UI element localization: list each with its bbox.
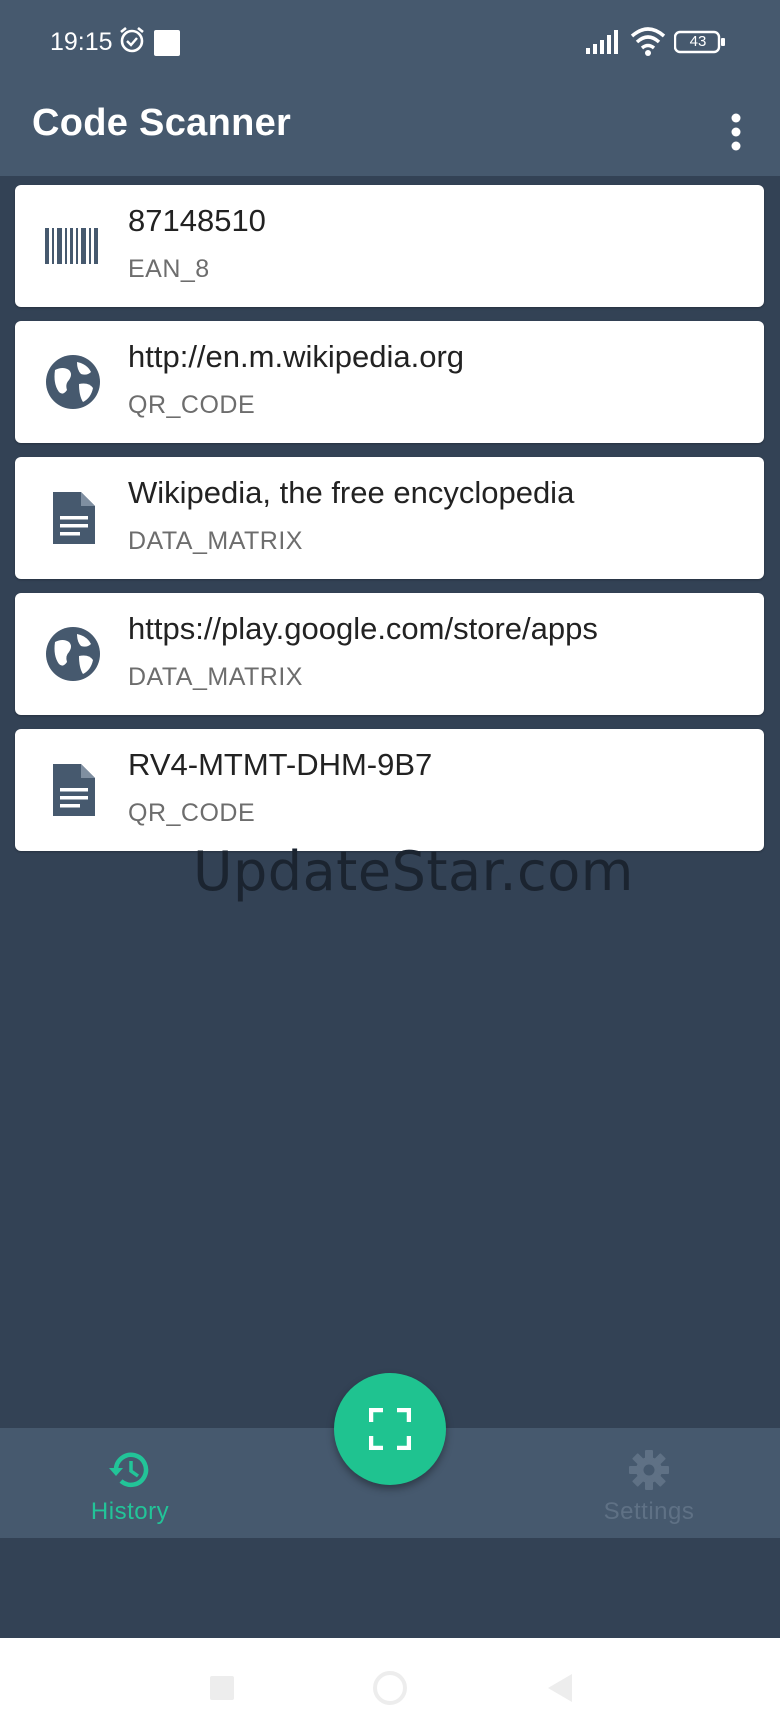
nav-settings[interactable]: Settings <box>549 1428 749 1538</box>
history-item-value: https://play.google.com/store/apps <box>128 611 598 646</box>
more-vert-icon <box>731 113 741 151</box>
history-item-value: http://en.m.wikipedia.org <box>128 339 465 374</box>
history-item[interactable]: https://play.google.com/store/apps DATA_… <box>15 593 764 715</box>
history-item-format: QR_CODE <box>128 799 256 827</box>
home-icon[interactable] <box>370 1668 410 1708</box>
system-navigation-bar <box>0 1638 780 1733</box>
globe-icon <box>46 627 100 681</box>
document-icon <box>53 492 95 544</box>
back-icon[interactable] <box>540 1668 580 1708</box>
more-menu-button[interactable] <box>716 100 756 164</box>
nav-history[interactable]: History <box>30 1428 230 1538</box>
app-bar: Code Scanner <box>0 88 780 176</box>
recents-icon[interactable] <box>202 1668 242 1708</box>
wifi-icon <box>630 27 666 56</box>
history-item[interactable]: RV4-MTMT-DHM-9B7 QR_CODE <box>15 729 764 851</box>
history-item-value: Wikipedia, the free encyclopedia <box>128 475 575 510</box>
history-item-value: 87148510 <box>128 203 266 238</box>
notification-square-icon <box>154 30 180 56</box>
globe-icon <box>46 355 100 409</box>
history-item[interactable]: Wikipedia, the free encyclopedia DATA_MA… <box>15 457 764 579</box>
barcode-icon <box>45 228 98 264</box>
gear-icon <box>629 1450 669 1490</box>
document-icon <box>53 764 95 816</box>
nav-history-label: History <box>90 1498 170 1525</box>
scan-button[interactable] <box>334 1373 446 1485</box>
history-item[interactable]: 87148510 EAN_8 <box>15 185 764 307</box>
app-bottom-area <box>0 1538 780 1638</box>
history-item-format: DATA_MATRIX <box>128 663 303 691</box>
battery-level: 43 <box>689 33 707 50</box>
history-item-format: QR_CODE <box>128 391 256 419</box>
history-icon <box>109 1452 149 1487</box>
history-item-format: DATA_MATRIX <box>128 527 303 555</box>
status-bar: 19:15 43 <box>0 0 780 88</box>
alarm-icon <box>120 26 144 53</box>
app-title: Code Scanner <box>32 102 292 144</box>
watermark: UpdateStar.com <box>193 840 634 903</box>
history-item[interactable]: http://en.m.wikipedia.org QR_CODE <box>15 321 764 443</box>
history-item-format: EAN_8 <box>128 255 210 283</box>
scan-frame-icon <box>369 1408 411 1450</box>
nav-settings-label: Settings <box>603 1498 695 1525</box>
history-item-value: RV4-MTMT-DHM-9B7 <box>128 747 433 782</box>
signal-icon <box>586 30 618 54</box>
status-time: 19:15 <box>50 28 113 56</box>
